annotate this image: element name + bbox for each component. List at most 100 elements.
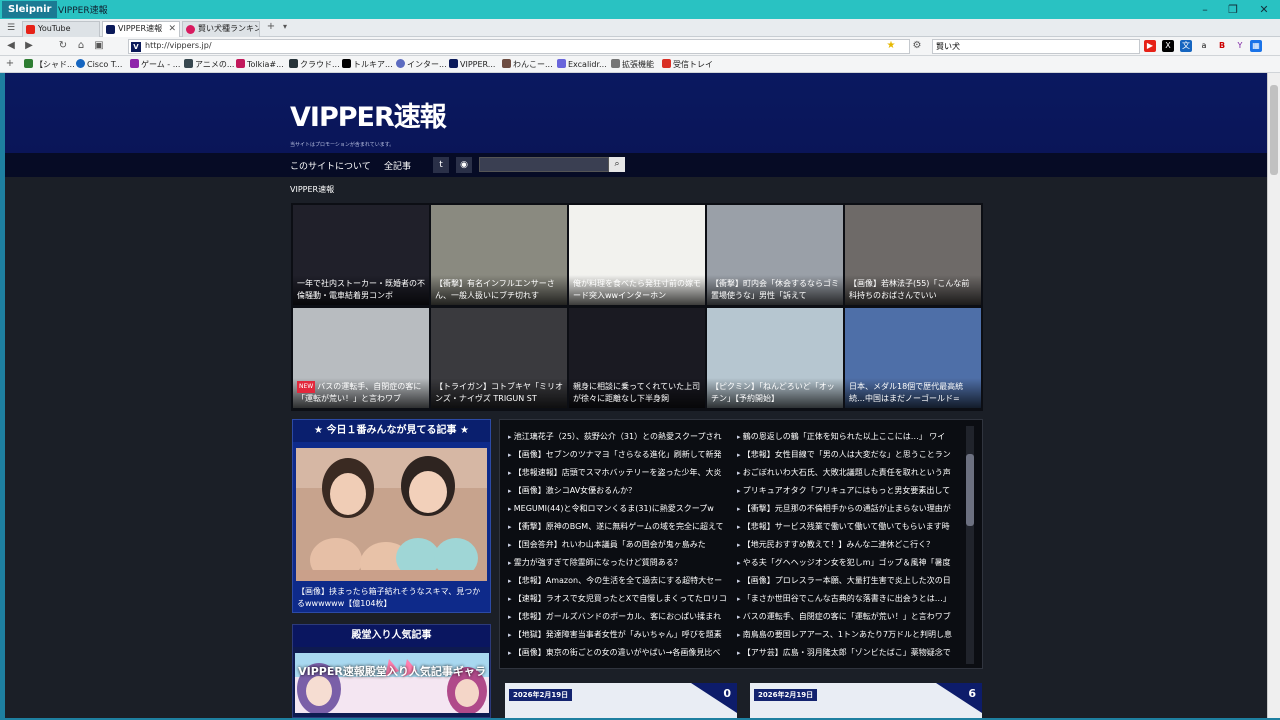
headline-link[interactable]: 【悲報】女性目線で「男の人は大変だな」と思うことラン [737, 446, 967, 464]
popular-caption[interactable]: 【画像】挟まったら箱子結れそうなスキマ、見つかるwwwwww【億104枚】 [297, 586, 487, 610]
bookmark-item[interactable]: 拡張機能 [611, 59, 654, 70]
headline-link[interactable]: 南鳥島の要国レアアース、1トンあたり7万ドルと判明し息 [737, 626, 967, 644]
new-tab-icon[interactable]: + [264, 20, 278, 34]
featured-article-tile[interactable]: NEW バスの運転手、自閉症の客に「運転が荒い！」と言わワブ [293, 308, 429, 408]
headline-link[interactable]: 【悲報速報】店頭でスマホバッテリーを盗った少年、大炎 [508, 464, 738, 482]
site-search-input[interactable] [479, 157, 609, 172]
headline-link[interactable]: 【衝撃】原神のBGM、遂に無料ゲームの域を完全に超えて [508, 518, 738, 536]
headline-link[interactable]: 鶴の恩返しの鶴「正体を知られた以上ここには…」 ワイ [737, 428, 967, 446]
address-bar[interactable]: V http://vippers.jp/ [128, 39, 910, 54]
bookmark-item[interactable]: Cisco T... [76, 59, 122, 69]
menu-all-articles[interactable]: 全記事 [384, 159, 411, 172]
bookmark-item[interactable]: Excalidr... [557, 59, 607, 69]
url-text: http://vippers.jp/ [145, 41, 212, 50]
headline-link[interactable]: 【悲報】Amazon、今の生活を全て過去にする超特大セー [508, 572, 738, 590]
bookmark-favicon-icon [130, 59, 139, 68]
x-ext-icon[interactable]: X [1162, 40, 1174, 52]
app-menu-button[interactable]: Sleipnir [2, 1, 58, 18]
bookmark-item[interactable]: 受信トレイ [662, 59, 713, 70]
tab-youtube[interactable]: YouTube [22, 21, 100, 37]
article-card[interactable]: 2026年2月19日 6 [750, 683, 982, 718]
bookmark-item[interactable]: 【シャド... [24, 59, 75, 70]
bookmark-star-icon[interactable]: ★ [884, 39, 898, 53]
headline-link[interactable]: 【地元民おすすめ教えて！】みんな二連休どこ行く？ [737, 536, 967, 554]
back-icon[interactable]: ◀ [4, 39, 18, 53]
hatena-ext-icon[interactable]: B [1216, 40, 1228, 52]
headline-link[interactable]: 【速報】ラオスで女児買ったとXで自慢しまくってたロリコ [508, 590, 738, 608]
youtube-ext-icon[interactable]: ▶ [1144, 40, 1156, 52]
bookmark-item[interactable]: トルキア... [342, 59, 393, 70]
forward-icon[interactable]: ▶ [22, 39, 36, 53]
bookmark-item[interactable]: VIPPER... [449, 59, 495, 69]
tab-vipper[interactable]: VIPPER速報 ✕ [102, 21, 180, 37]
bookmark-item[interactable]: クラウド... [289, 59, 340, 70]
bookmark-item[interactable]: ゲーム - ... [130, 59, 180, 70]
popular-thumbnail[interactable] [296, 448, 487, 581]
article-card[interactable]: 2026年2月19日 0 [505, 683, 737, 718]
headline-link[interactable]: 【アサ芸】広島・羽月隆太郎「ゾンビたばこ」薬物疑念で [737, 644, 967, 662]
headline-column-left: 池江璃花子（25）、荻野公介（31）との熱愛スクープされ【画像】セブンのツナマヨ… [508, 428, 738, 662]
headline-link[interactable]: おごぼれいわ大石氏、大敗北議題した責任を取れという声 [737, 464, 967, 482]
yahoo-ext-icon[interactable]: Y [1234, 40, 1246, 52]
featured-article-tile[interactable]: 【ピクミン】「ねんどろいど「オッチン」【予約開始】 [707, 308, 843, 408]
headline-link[interactable]: 霊力が強すぎて除霊師になったけど質問ある？ [508, 554, 738, 572]
headline-link[interactable]: 【画像】東京の街ごとの女の違いがやばい→各画像見比べ [508, 644, 738, 662]
site-title[interactable]: VIPPER速報 [290, 95, 447, 134]
headline-link[interactable]: 【地獄】発達障害当事者女性が「みいちゃん」呼びを題素 [508, 626, 738, 644]
headline-link[interactable]: 【国会答弁】れいわ山本議員「あの国会が鬼ヶ島みた [508, 536, 738, 554]
headline-link[interactable]: 【画像】セブンのツナマヨ「さらなる進化」刷新して新発 [508, 446, 738, 464]
featured-article-tile[interactable]: 【衝撃】町内会「休会するならゴミ置場使うな」男性「訴えて [707, 205, 843, 305]
featured-caption: 【衝撃】有名インフルエンサーさん、一般人扱いにブチ切れす [431, 275, 567, 305]
translate-ext-icon[interactable]: 文 [1180, 40, 1192, 52]
headline-link[interactable]: やる夫「グヘヘッジオン女を犯しm」ゴップ＆風神「暑度 [737, 554, 967, 572]
headline-link[interactable]: 【悲報】サービス残業で働いて働いて働いてもらいます時 [737, 518, 967, 536]
page-scrollbar[interactable] [1267, 73, 1280, 718]
featured-article-tile[interactable]: 日本、メダル18個で歴代最高統続…中国はまだノーゴールド= [845, 308, 981, 408]
search-icon[interactable]: ⌕ [609, 157, 625, 172]
web-search-input[interactable]: 賢い犬 [932, 39, 1140, 54]
bookmark-item[interactable]: アニメの... [184, 59, 234, 70]
rss-icon[interactable]: ◉ [456, 157, 472, 173]
headline-link[interactable]: 【悲報】ガールズバンドのボーカル、客にお○ぱい揉まれ [508, 608, 738, 626]
headline-link[interactable]: MEGUMI(44)と令和ロマンくるま(31)に熱愛スクープw [508, 500, 738, 518]
page-icon[interactable]: ▣ [92, 39, 106, 53]
restore-icon[interactable]: ❐ [1221, 2, 1245, 17]
headline-link[interactable]: 「まさか世田谷でこんな古典的な落書きに出会うとは…」 [737, 590, 967, 608]
headline-link[interactable]: 【画像】プロレスラー本願、大量打生害で炎上した次の日 [737, 572, 967, 590]
featured-article-tile[interactable]: 【衝撃】有名インフルエンサーさん、一般人扱いにブチ切れす [431, 205, 567, 305]
hall-of-fame-banner[interactable] [295, 653, 489, 713]
bookmark-item[interactable]: Tolkia#... [236, 59, 284, 69]
tab-bar: ☰ YouTube VIPPER速報 ✕ 賢い犬種ランキン... + ▾ [0, 19, 1280, 37]
headline-link[interactable]: 【衝撃】元旦那の不倫相手からの通話が止まらない理由が [737, 500, 967, 518]
featured-article-tile[interactable]: 俺が料理を食べたら発狂寸前の嫁モード突入wwインターホン [569, 205, 705, 305]
featured-article-tile[interactable]: 一年で社内ストーカー・既婚者の不倫騒動・電車結着男コンボ [293, 205, 429, 305]
headline-link[interactable]: 【画像】激シコAV女優おるんか？ [508, 482, 738, 500]
card-date: 2026年2月19日 [754, 689, 818, 701]
tab-list-icon[interactable]: ☰ [4, 21, 18, 35]
featured-article-tile[interactable]: 【画像】若林法子(55)「こんな前科持ちのおばさんでいい [845, 205, 981, 305]
add-bookmark-icon[interactable]: + [3, 57, 17, 71]
headline-scroll-thumb[interactable] [966, 454, 974, 526]
featured-article-tile[interactable]: 【トライガン】コトブキヤ「ミリオンズ・ナイヴズ TRIGUN ST [431, 308, 567, 408]
close-window-icon[interactable]: ✕ [1252, 2, 1276, 17]
search-engine-icon[interactable]: ⚙ [910, 39, 924, 53]
minimize-icon[interactable]: – [1193, 2, 1217, 17]
tab-dog-ranking[interactable]: 賢い犬種ランキン... [182, 21, 260, 37]
headline-link[interactable]: 池江璃花子（25）、荻野公介（31）との熱愛スクープされ [508, 428, 738, 446]
page-scroll-thumb[interactable] [1270, 85, 1278, 175]
bookmark-item[interactable]: わんこー... [502, 59, 553, 70]
menu-about[interactable]: このサイトについて [290, 159, 371, 172]
breadcrumb[interactable]: VIPPER速報 [290, 184, 334, 195]
tab-close-icon[interactable]: ✕ [168, 22, 176, 36]
reload-icon[interactable]: ↻ [56, 39, 70, 53]
tab-dropdown-icon[interactable]: ▾ [278, 20, 292, 34]
bookmark-item[interactable]: インター... [396, 59, 447, 70]
headline-link[interactable]: バスの運転手、自閉症の客に「運転が荒い！」と言わワブ [737, 608, 967, 626]
amazon-ext-icon[interactable]: a [1198, 40, 1210, 52]
home-icon[interactable]: ⌂ [74, 39, 88, 53]
twitter-icon[interactable]: t [433, 157, 449, 173]
headline-link[interactable]: プリキュアオタク「プリキュアにはもっと男女要素出して [737, 482, 967, 500]
featured-article-tile[interactable]: 親身に相談に乗ってくれていた上司が徐々に距離なし下半身飼 [569, 308, 705, 408]
headline-scrollbar[interactable] [966, 426, 974, 664]
extension-ext-icon[interactable]: ▦ [1250, 40, 1262, 52]
